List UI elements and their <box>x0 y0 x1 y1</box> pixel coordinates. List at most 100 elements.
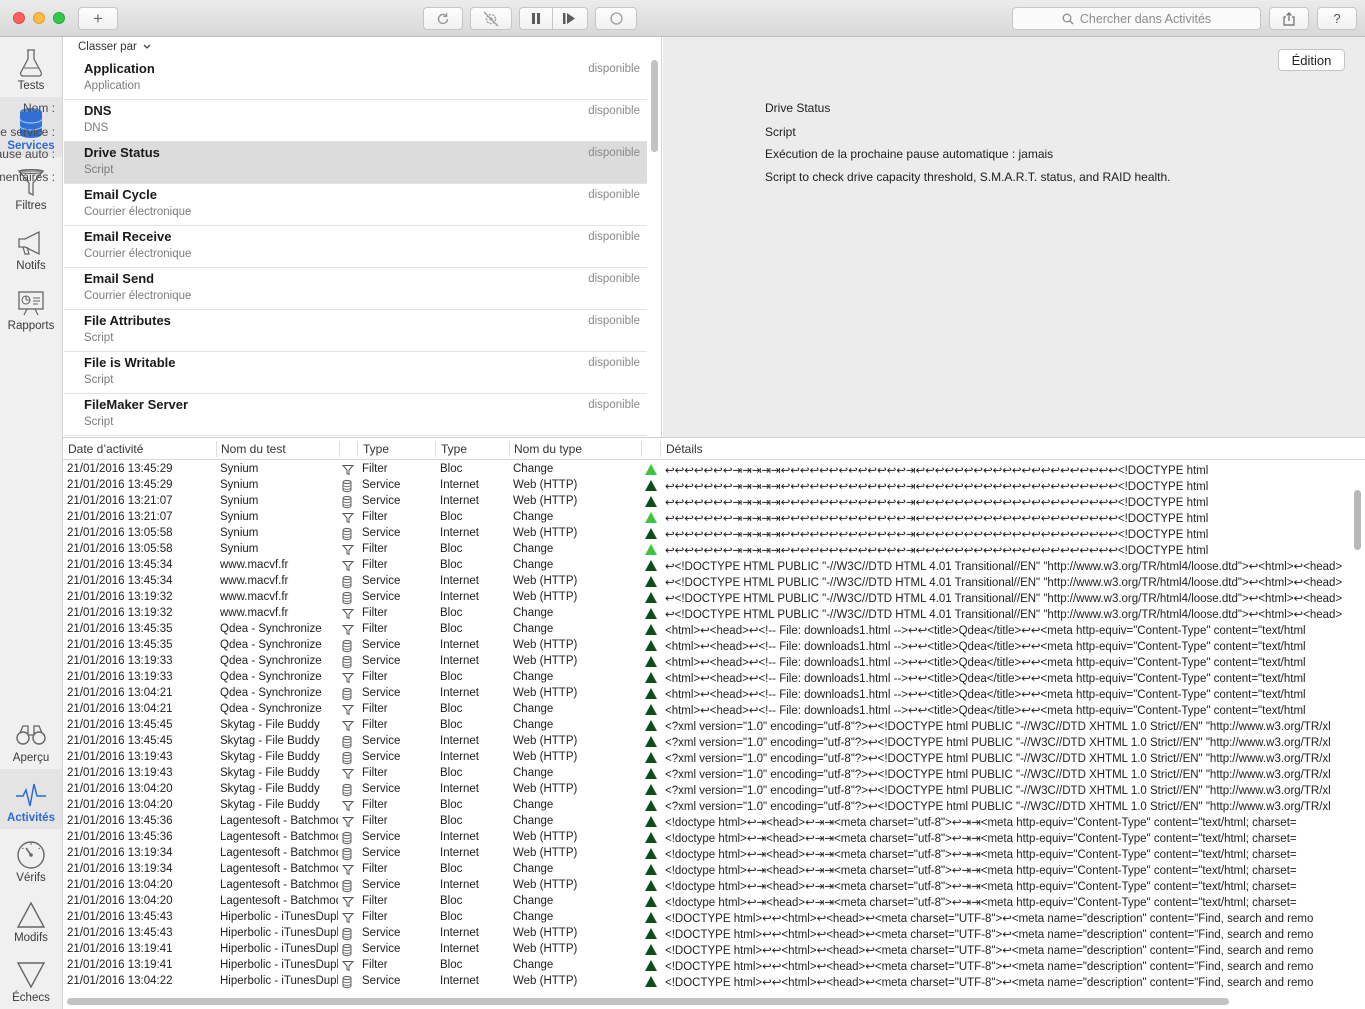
cell-details: <!doctype html>↩⇥<head>↩⇥⇥<meta charset=… <box>665 849 1297 861</box>
cell-kind: Filter <box>362 623 388 635</box>
database-icon <box>342 640 356 655</box>
close-window-button[interactable] <box>13 12 25 24</box>
col-header-type[interactable]: Type <box>363 442 389 456</box>
pause-button[interactable] <box>519 7 553 30</box>
col-header-test-name[interactable]: Nom du test <box>221 442 286 456</box>
sidebar-item-filtres[interactable]: Filtres <box>0 157 62 217</box>
table-row[interactable]: 21/01/2016 13:05:58 Synium Service Internet… <box>63 526 1353 542</box>
cell-date: 21/01/2016 13:19:41 <box>67 959 173 971</box>
resume-button[interactable] <box>552 7 588 30</box>
cell-type-name: Web (HTTP) <box>513 879 578 891</box>
table-row[interactable]: 21/01/2016 13:19:34 Lagentesoft - Batchmo… <box>63 862 1353 878</box>
col-header-date[interactable]: Date d’activité <box>68 442 143 456</box>
cell-kind: Filter <box>362 799 388 811</box>
service-list-item[interactable]: Email Receive Courrier électronique dispon… <box>64 226 647 268</box>
help-button[interactable]: ? <box>1317 7 1357 30</box>
cell-type: Internet <box>440 831 479 843</box>
service-list-item[interactable]: Application Application disponible <box>64 58 647 100</box>
service-list-item[interactable]: Email Cycle Courrier électronique disponib… <box>64 184 647 226</box>
sidebar-item-rapports[interactable]: Rapports <box>0 277 62 337</box>
sidebar-item-verifs[interactable]: Vérifs <box>0 829 62 889</box>
services-scrollbar[interactable] <box>651 60 658 152</box>
table-row[interactable]: 21/01/2016 13:19:33 Qdea - Synchronize Fil… <box>63 670 1353 686</box>
table-row[interactable]: 21/01/2016 13:45:43 Hiperbolic - iTunesDu… <box>63 910 1353 926</box>
cell-type-name: Change <box>513 863 554 875</box>
cell-type: Bloc <box>440 799 463 811</box>
services-list: Classer par Application Application dispon… <box>63 37 662 437</box>
service-name: DNS <box>84 103 112 118</box>
share-button[interactable] <box>1269 7 1309 30</box>
disable-button[interactable] <box>470 7 512 30</box>
cell-type: Internet <box>440 655 479 667</box>
table-row[interactable]: 21/01/2016 13:45:35 Qdea - Synchronize Ser… <box>63 638 1353 654</box>
table-row[interactable]: 21/01/2016 13:45:29 Synium Service Internet… <box>63 478 1353 494</box>
table-row[interactable]: 21/01/2016 13:04:20 Lagentesoft - Batchmo… <box>63 878 1353 894</box>
table-row[interactable]: 21/01/2016 13:04:22 Hiperbolic - iTunesDu… <box>63 974 1353 990</box>
table-row[interactable]: 21/01/2016 13:04:21 Qdea - Synchronize Fil… <box>63 702 1353 718</box>
table-row[interactable]: 21/01/2016 13:21:07 Synium Filter Bloc Chang… <box>63 510 1353 526</box>
table-row[interactable]: 21/01/2016 13:19:43 Skytag - File Buddy Fi… <box>63 766 1353 782</box>
service-list-item[interactable]: Email Send Courrier électronique disponibl… <box>64 268 647 310</box>
sort-by-menu[interactable]: Classer par <box>78 41 151 53</box>
col-header-details[interactable]: Détails <box>666 442 703 456</box>
sidebar-item-notifs[interactable]: Notifs <box>0 217 62 277</box>
table-row[interactable]: 21/01/2016 13:45:35 Qdea - Synchronize Fil… <box>63 622 1353 638</box>
sidebar-item-tests[interactable]: Tests <box>0 37 62 97</box>
table-row[interactable]: 21/01/2016 13:04:20 Skytag - File Buddy Fi… <box>63 798 1353 814</box>
table-row[interactable]: 21/01/2016 13:19:41 Hiperbolic - iTunesDu… <box>63 958 1353 974</box>
cell-date: 21/01/2016 13:45:36 <box>67 815 173 827</box>
table-row[interactable]: 21/01/2016 13:21:07 Synium Service Internet… <box>63 494 1353 510</box>
col-header-type-2[interactable]: Type <box>441 442 467 456</box>
table-row[interactable]: 21/01/2016 13:45:34 www.macvf.fr Service In… <box>63 574 1353 590</box>
sidebar-item-echecs[interactable]: Échecs <box>0 949 62 1009</box>
table-row[interactable]: 21/01/2016 13:19:41 Hiperbolic - iTunesDu… <box>63 942 1353 958</box>
table-row[interactable]: 21/01/2016 13:04:20 Skytag - File Buddy Se… <box>63 782 1353 798</box>
service-list-item[interactable]: DNS DNS disponible <box>64 100 647 142</box>
cell-test-name: Lagentesoft - Batchmod <box>220 815 338 827</box>
table-row[interactable]: 21/01/2016 13:45:45 Skytag - File Buddy Se… <box>63 734 1353 750</box>
cell-date: 21/01/2016 13:19:33 <box>67 671 173 683</box>
table-row[interactable]: 21/01/2016 13:19:32 www.macvf.fr Service In… <box>63 590 1353 606</box>
search-input[interactable]: Chercher dans Activités <box>1012 7 1261 30</box>
sidebar-item-apercu[interactable]: Aperçu <box>0 709 62 769</box>
table-row[interactable]: 21/01/2016 13:45:34 www.macvf.fr Filter Blo… <box>63 558 1353 574</box>
edit-button[interactable]: Édition <box>1278 49 1345 71</box>
service-type: Script <box>84 332 114 344</box>
table-row[interactable]: 21/01/2016 13:19:43 Skytag - File Buddy Se… <box>63 750 1353 766</box>
refresh-button[interactable] <box>423 7 463 30</box>
table-row[interactable]: 21/01/2016 13:45:45 Skytag - File Buddy Fi… <box>63 718 1353 734</box>
service-type: Application <box>84 80 141 92</box>
service-list-item[interactable]: FileMaker Server Script disponible <box>64 394 647 436</box>
table-row[interactable]: 21/01/2016 13:19:34 Lagentesoft - Batchmo… <box>63 846 1353 862</box>
table-vertical-scrollbar[interactable] <box>1354 490 1361 550</box>
col-header-type-name[interactable]: Nom du type <box>514 442 582 456</box>
service-list-item[interactable]: File Attributes Script disponible <box>64 310 647 352</box>
change-triangle-icon <box>645 512 659 526</box>
add-button[interactable]: + <box>78 7 118 30</box>
zoom-window-button[interactable] <box>53 12 65 24</box>
sidebar-item-activites[interactable]: Activités <box>0 769 62 829</box>
table-row[interactable]: 21/01/2016 13:19:32 www.macvf.fr Filter Blo… <box>63 606 1353 622</box>
pause-icon <box>532 13 540 24</box>
cell-test-name: Hiperbolic - iTunesDuplicates <box>220 959 338 971</box>
table-row[interactable]: 21/01/2016 13:04:21 Qdea - Synchronize Ser… <box>63 686 1353 702</box>
cell-details: ↩↩↩↩↩↩↩⇥⇥⇥⇥⇥↩↩↩↩↩↩↩↩↩↩↩↩↩⇥↩↩↩↩↩↩↩↩↩↩↩↩↩↩… <box>665 529 1209 541</box>
table-row[interactable]: 21/01/2016 13:45:36 Lagentesoft - Batchmo… <box>63 830 1353 846</box>
table-row[interactable]: 21/01/2016 13:45:43 Hiperbolic - iTunesDu… <box>63 926 1353 942</box>
cell-type: Internet <box>440 591 479 603</box>
table-row[interactable]: 21/01/2016 13:19:33 Qdea - Synchronize Ser… <box>63 654 1353 670</box>
cell-type: Bloc <box>440 607 463 619</box>
sidebar-item-modifs[interactable]: Modifs <box>0 889 62 949</box>
search-placeholder: Chercher dans Activités <box>1079 11 1212 26</box>
table-horizontal-scrollbar[interactable] <box>67 998 1229 1005</box>
table-row[interactable]: 21/01/2016 13:05:58 Synium Filter Bloc Chang… <box>63 542 1353 558</box>
record-button[interactable] <box>595 7 637 30</box>
table-row[interactable]: 21/01/2016 13:45:36 Lagentesoft - Batchmo… <box>63 814 1353 830</box>
minimize-window-button[interactable] <box>33 12 45 24</box>
cell-details: ↩↩↩↩↩↩↩⇥⇥⇥⇥⇥↩↩↩↩↩↩↩↩↩↩↩↩↩⇥↩↩↩↩↩↩↩↩↩↩↩↩↩↩… <box>665 497 1209 509</box>
table-row[interactable]: 21/01/2016 13:45:29 Synium Filter Bloc Chang… <box>63 462 1353 478</box>
service-list-item[interactable]: Drive Status Script disponible <box>64 142 647 184</box>
table-row[interactable]: 21/01/2016 13:04:20 Lagentesoft - Batchmo… <box>63 894 1353 910</box>
service-name: Drive Status <box>84 145 160 160</box>
service-list-item[interactable]: File is Writable Script disponible <box>64 352 647 394</box>
